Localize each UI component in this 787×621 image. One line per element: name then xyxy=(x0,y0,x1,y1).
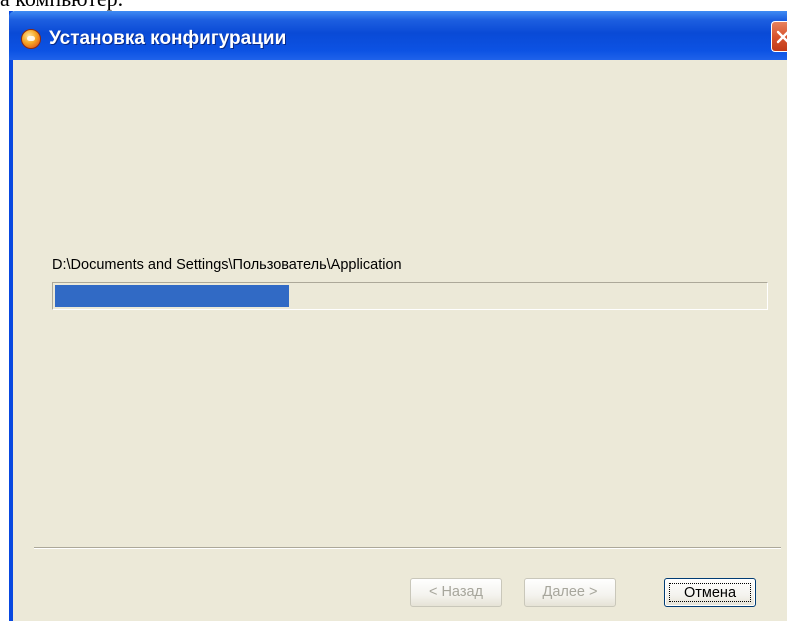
cancel-button-label: Отмена xyxy=(669,583,751,602)
title-bar[interactable]: Установка конфигурации xyxy=(9,11,787,60)
back-button[interactable]: < Назад xyxy=(410,578,502,607)
next-button[interactable]: Далее > xyxy=(524,578,616,607)
1c-app-icon xyxy=(21,29,41,49)
current-install-path: D:\Documents and Settings\Пользователь\A… xyxy=(52,257,402,273)
installer-dialog: Установка конфигурации D:\Documents and … xyxy=(9,11,787,621)
install-progress-bar xyxy=(52,282,768,310)
close-icon xyxy=(776,30,787,44)
cancel-button[interactable]: Отмена xyxy=(664,578,756,607)
progress-fill xyxy=(55,285,289,307)
document-text-fragment: а компьютер. xyxy=(0,0,123,11)
close-button[interactable] xyxy=(771,21,787,52)
window-title: Установка конфигурации xyxy=(49,28,287,49)
button-separator xyxy=(34,547,781,549)
